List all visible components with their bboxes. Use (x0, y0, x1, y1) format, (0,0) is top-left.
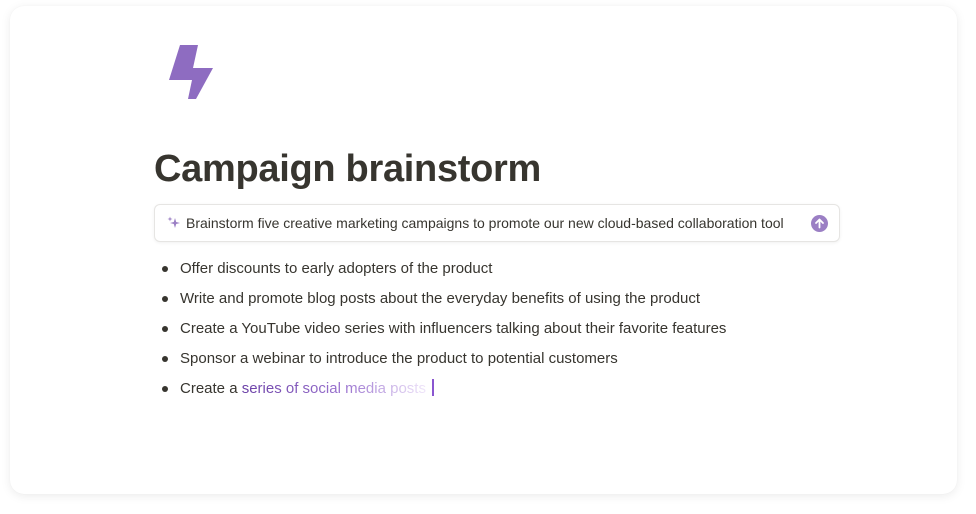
text-cursor (431, 379, 434, 396)
ai-prompt-box[interactable]: Brainstorm five creative marketing campa… (154, 204, 840, 242)
list-item-text: Create a YouTube video series with influ… (180, 320, 727, 337)
arrow-up-circle-icon[interactable] (811, 215, 828, 232)
streaming-fading-text: series of social media posts (241, 380, 426, 397)
arrow-up-icon (815, 218, 824, 229)
page-card (10, 6, 957, 494)
list-item[interactable]: Offer discounts to early adopters of the… (158, 258, 726, 288)
page-title[interactable]: Campaign brainstorm (154, 148, 541, 191)
lightning-bolt-icon[interactable] (166, 44, 216, 100)
bullet-icon (162, 266, 168, 272)
ai-prompt-text: Brainstorm five creative marketing campa… (186, 215, 784, 231)
list-item[interactable]: Write and promote blog posts about the e… (158, 288, 726, 318)
bullet-icon (162, 326, 168, 332)
bullet-icon (162, 386, 168, 392)
streaming-solid-text: Create a (180, 380, 242, 397)
list-item[interactable]: Create a YouTube video series with influ… (158, 318, 726, 348)
list-item-text: Offer discounts to early adopters of the… (180, 260, 493, 277)
list-item[interactable]: Sponsor a webinar to introduce the produ… (158, 348, 726, 378)
list-item-text: Write and promote blog posts about the e… (180, 290, 701, 307)
bullet-icon (162, 296, 168, 302)
bullet-icon (162, 356, 168, 362)
bullet-list: Offer discounts to early adopters of the… (158, 258, 726, 408)
streaming-list-item[interactable]: Create a series of social media posts (158, 378, 726, 408)
list-item-text: Sponsor a webinar to introduce the produ… (180, 350, 618, 367)
sparkle-icon (167, 216, 180, 228)
